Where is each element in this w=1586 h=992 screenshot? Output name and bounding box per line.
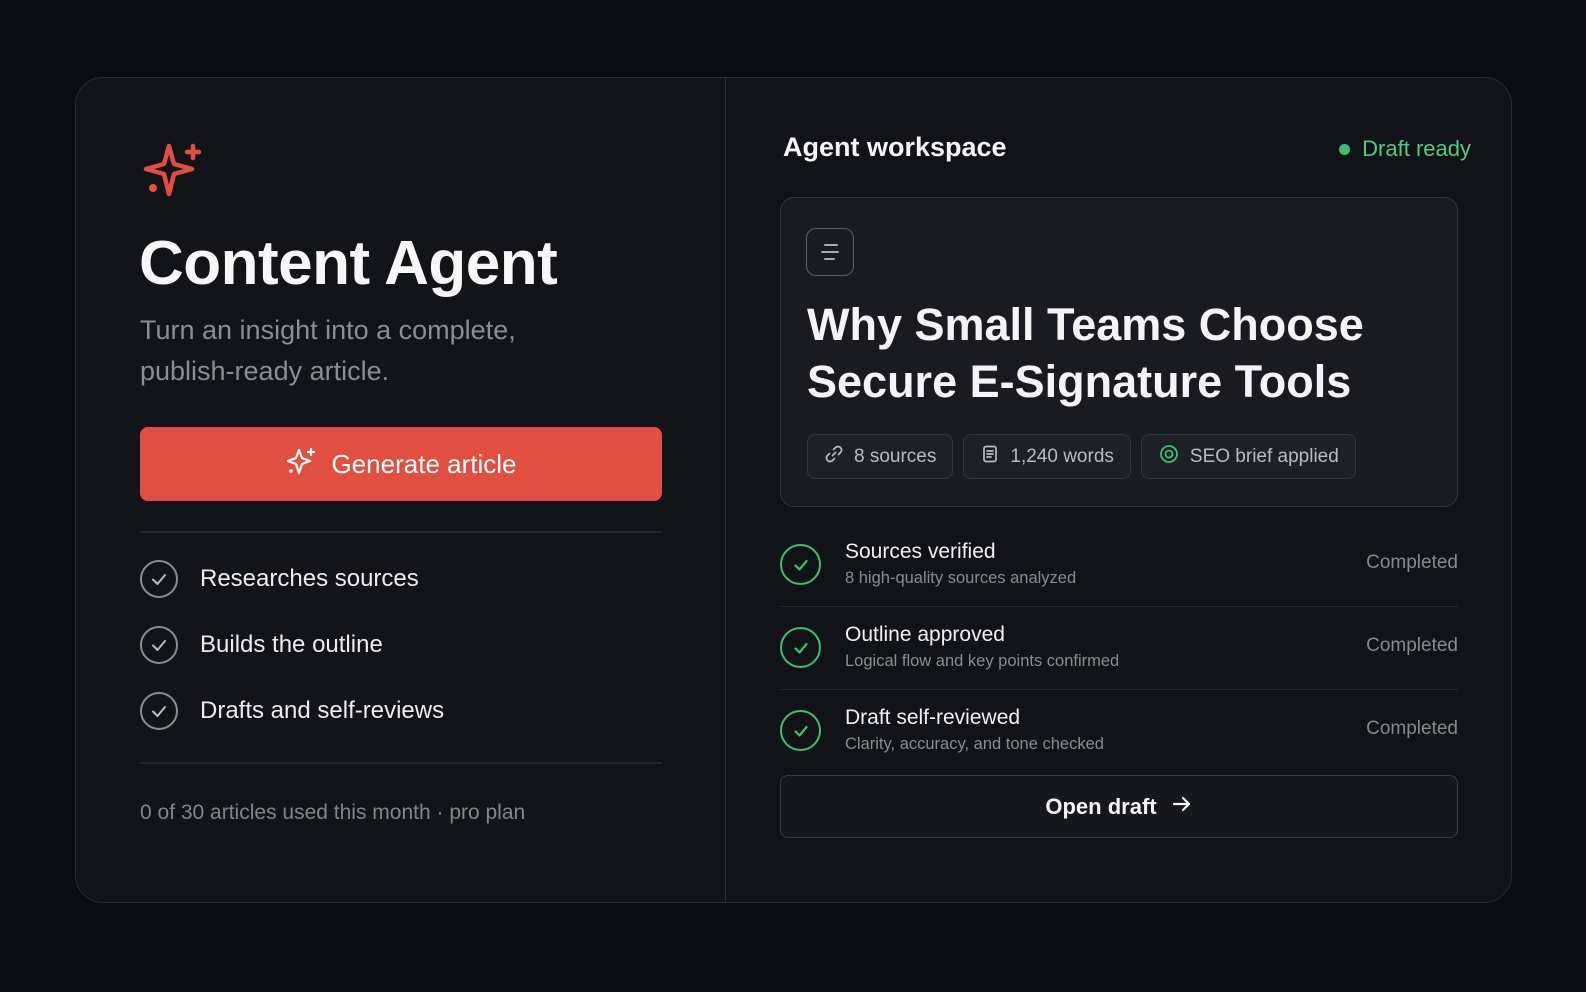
document-icon [980, 444, 1000, 470]
chip-label: 1,240 words [1010, 445, 1114, 467]
words-chip: 1,240 words [963, 434, 1131, 479]
article-meta-chips: 8 sources 1,240 words SEO brief applied [807, 434, 1356, 479]
step-status: Completed [1366, 552, 1458, 573]
article-preview-card[interactable]: Why Small Teams Choose Secure E-Signatur… [780, 197, 1458, 507]
chip-label: SEO brief applied [1189, 445, 1339, 467]
step-item: Outline approved Logical flow and key po… [780, 607, 1458, 690]
open-draft-button[interactable]: Open draft [780, 775, 1458, 838]
step-item: Draft self-reviewed Clarity, accuracy, a… [780, 690, 1458, 773]
sparkle-icon [286, 446, 318, 483]
step-title: Outline approved [845, 623, 1005, 646]
feature-item: Builds the outline [140, 626, 383, 664]
usage-text: 0 of 30 articles used this month · pro p… [140, 801, 526, 824]
article-title: Why Small Teams Choose Secure E-Signatur… [807, 299, 1364, 407]
sources-chip: 8 sources [807, 434, 954, 479]
left-panel: Content Agent Turn an insight into a com… [76, 78, 726, 902]
link-icon [824, 444, 844, 470]
open-draft-label: Open draft [1045, 793, 1157, 819]
content-agent-card: Content Agent Turn an insight into a com… [75, 77, 1512, 903]
sparkle-icon [142, 142, 204, 204]
workspace-title: Agent workspace [783, 132, 1007, 162]
divider [140, 762, 662, 764]
step-title: Sources verified [845, 540, 996, 563]
step-status: Completed [1366, 718, 1458, 739]
app-subtitle: Turn an insight into a complete, publish… [140, 315, 516, 386]
step-description: Clarity, accuracy, and tone checked [845, 735, 1104, 753]
generate-article-button[interactable]: Generate article [140, 427, 662, 501]
status-badge: Draft ready [1339, 136, 1471, 162]
divider [140, 531, 662, 533]
generate-article-label: Generate article [331, 448, 517, 479]
document-icon [806, 228, 854, 276]
target-icon [1158, 443, 1180, 471]
seo-chip: SEO brief applied [1140, 434, 1356, 479]
status-label: Draft ready [1362, 136, 1471, 161]
feature-label: Researches sources [200, 565, 419, 592]
chip-label: 8 sources [854, 445, 937, 467]
step-status: Completed [1366, 635, 1458, 656]
arrow-right-icon [1171, 793, 1193, 821]
feature-label: Drafts and self-reviews [200, 697, 445, 724]
step-description: 8 high-quality sources analyzed [845, 569, 1077, 587]
steps-list: Sources verified 8 high-quality sources … [780, 524, 1458, 773]
check-circle-icon [140, 692, 178, 730]
check-circle-icon [780, 710, 821, 751]
feature-item: Drafts and self-reviews [140, 692, 444, 730]
agent-workspace-panel: Agent workspace Draft ready Why Small Te… [726, 78, 1511, 902]
step-title: Draft self-reviewed [845, 706, 1021, 729]
app-title: Content Agent [139, 229, 558, 298]
step-item: Sources verified 8 high-quality sources … [780, 524, 1458, 607]
status-dot-icon [1339, 143, 1351, 155]
check-circle-icon [140, 626, 178, 664]
step-description: Logical flow and key points confirmed [845, 652, 1120, 670]
feature-item: Researches sources [140, 560, 419, 598]
check-circle-icon [780, 544, 821, 585]
feature-label: Builds the outline [200, 631, 383, 658]
check-circle-icon [140, 560, 178, 598]
check-circle-icon [780, 627, 821, 668]
